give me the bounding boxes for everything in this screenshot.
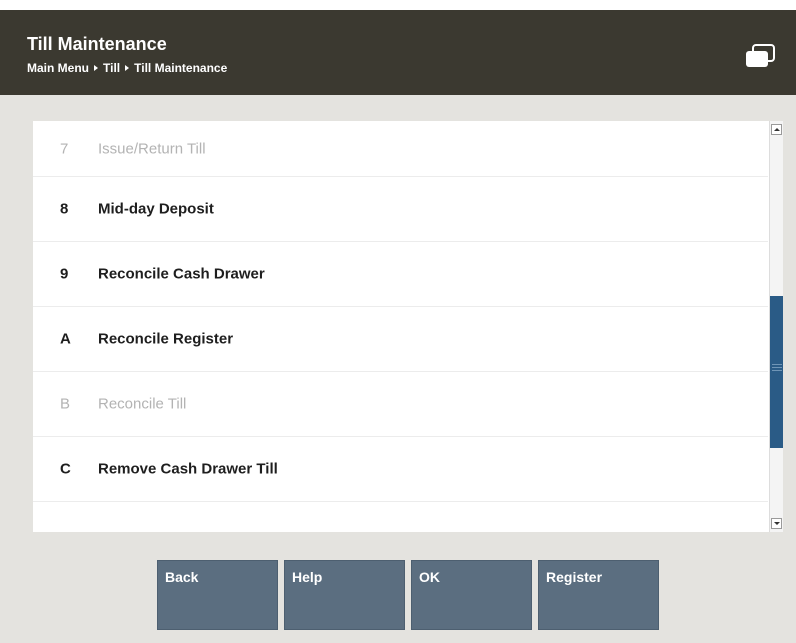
menu-item-key: A [60,330,71,348]
register-button[interactable]: Register [538,560,659,630]
scroll-up-button[interactable] [771,124,782,135]
window-icon[interactable] [745,44,775,68]
header-bar: Till Maintenance Main Menu Till Till Mai… [0,10,796,95]
scroll-down-button[interactable] [771,518,782,529]
help-button[interactable]: Help [284,560,405,630]
menu-item-label: Reconcile Till [98,395,187,413]
menu-item-key: 9 [60,265,69,283]
breadcrumb-separator-icon [125,65,130,71]
menu-item-label: Reconcile Register [98,330,234,348]
menu-item-mid-day-deposit[interactable]: 8 Mid-day Deposit [33,177,768,242]
breadcrumb: Main Menu Till Till Maintenance [27,61,227,75]
menu-list: 7 Issue/Return Till 8 Mid-day Deposit 9 … [33,121,768,532]
menu-item-reconcile-till: B Reconcile Till [33,372,768,437]
menu-item-issue-return-till: 7 Issue/Return Till [33,121,768,177]
grip-icon [772,364,782,372]
scroll-thumb[interactable] [770,296,783,448]
arrow-up-icon [774,128,780,131]
back-button[interactable]: Back [157,560,278,630]
breadcrumb-separator-icon [94,65,98,71]
menu-item-key: B [60,395,71,413]
ok-button[interactable]: OK [411,560,532,630]
menu-item-remove-cash-drawer-till[interactable]: C Remove Cash Drawer Till [33,437,768,502]
vertical-scrollbar[interactable] [769,121,783,532]
menu-item-label: Issue/Return Till [98,140,206,157]
menu-item-key: 8 [60,200,69,218]
menu-item-label: Reconcile Cash Drawer [98,265,265,283]
menu-item-reconcile-cash-drawer[interactable]: 9 Reconcile Cash Drawer [33,242,768,307]
page-title: Till Maintenance [27,34,167,54]
menu-panel: 7 Issue/Return Till 8 Mid-day Deposit 9 … [33,121,783,532]
menu-item-key: C [60,460,71,478]
menu-item-label: Mid-day Deposit [98,200,214,218]
menu-item-reconcile-register[interactable]: A Reconcile Register [33,307,768,372]
breadcrumb-till-maintenance: Till Maintenance [134,61,228,75]
breadcrumb-till[interactable]: Till [103,61,120,75]
breadcrumb-main-menu[interactable]: Main Menu [27,61,89,75]
menu-item-label: Remove Cash Drawer Till [98,460,278,478]
top-border [0,0,796,10]
arrow-down-icon [774,522,780,525]
menu-item-key: 7 [60,140,69,157]
